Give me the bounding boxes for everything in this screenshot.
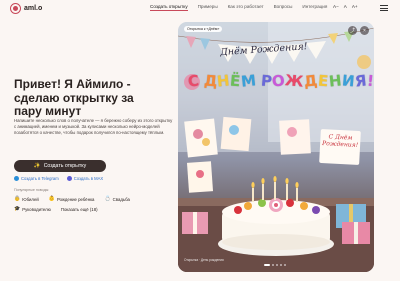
telegram-icon — [14, 176, 19, 181]
occasion-emoji: 👶 — [48, 196, 55, 202]
logo[interactable]: aml.o — [10, 3, 42, 14]
occasion-chips: 👵 Юбилей 👶 Рождение ребёнка 💍 Свадьба 🎓 … — [14, 196, 174, 212]
brand-name: aml.o — [24, 5, 43, 12]
rainbow-letter: Ж — [284, 71, 306, 91]
max-icon — [66, 176, 72, 181]
rainbow-letter: С — [187, 71, 201, 91]
rainbow-letter: М — [240, 71, 258, 91]
nav-examples[interactable]: Примеры — [198, 4, 218, 11]
card-caption: Открытка · День рождения — [184, 258, 224, 262]
font-reset-button[interactable]: A — [344, 4, 347, 9]
nav-create-card[interactable]: Создать открытку — [150, 4, 188, 11]
occasion-chip[interactable]: 👵 Юбилей — [14, 196, 39, 202]
occasion-label: Руководителю — [22, 206, 51, 212]
max-link[interactable]: Создать в MAX — [66, 176, 104, 181]
card-mini-greeting: С Днём Рождения! — [319, 128, 361, 166]
hero-description: Напишите несколько слов о получателе — я… — [14, 118, 173, 136]
create-card-button-label: Создать открытку — [43, 163, 87, 169]
menu-icon[interactable] — [380, 5, 388, 11]
card-preview[interactable]: Днём Рождения! С ДНЁМ РОЖДЕНИЯ! С Днём Р… — [178, 22, 374, 272]
occasion-chip[interactable]: 💍 Свадьба — [104, 196, 129, 202]
max-link-label: Создать в MAX — [73, 176, 104, 181]
occasion-chip[interactable]: 🎓 Руководителю — [14, 206, 51, 212]
show-more-occasions-button[interactable]: Показать ещё (18) — [61, 206, 98, 212]
occasion-chip[interactable]: 👶 Рождение ребёнка — [49, 196, 95, 202]
show-more-label: Показать ещё (18) — [60, 206, 98, 212]
rainbow-letter: ! — [366, 71, 374, 91]
font-size-controls: A− A A+ — [333, 4, 358, 9]
occasion-emoji: 👵 — [14, 196, 21, 202]
telegram-link[interactable]: Создать в Telegram — [14, 176, 59, 181]
occasion-emoji: 🎓 — [14, 206, 21, 212]
card-rainbow-text: С ДНЁМ РОЖДЕНИЯ! — [187, 71, 374, 91]
close-icon[interactable]: × — [360, 26, 369, 35]
hero-title: Привет! Я Аймило - сделаю открытку за па… — [14, 77, 134, 118]
create-card-button[interactable]: ✨ Создать открытку — [14, 160, 106, 172]
nav-questions[interactable]: Вопросы — [274, 4, 293, 11]
slide-dot[interactable] — [284, 264, 286, 266]
slide-dots — [264, 264, 286, 266]
sparkle-icon: ✨ — [33, 163, 41, 169]
font-decrease-button[interactable]: A− — [333, 4, 339, 9]
slide-dot[interactable] — [272, 264, 274, 266]
slide-dot[interactable] — [264, 264, 270, 266]
slide-dot[interactable] — [280, 264, 282, 266]
top-header: aml.o Создать открытку Примеры Как это р… — [0, 0, 400, 18]
nav-integration[interactable]: Интеграция — [302, 4, 327, 11]
card-badge: Открытка к «Днём» — [184, 26, 223, 32]
share-icon[interactable]: ⤴ — [348, 26, 357, 35]
font-increase-button[interactable]: A+ — [352, 4, 358, 9]
occasion-label: Рождение ребёнка — [56, 196, 95, 202]
telegram-link-label: Создать в Telegram — [21, 176, 59, 181]
main-nav: Создать открытку Примеры Как это работае… — [150, 4, 327, 11]
occasion-label: Свадьба — [112, 196, 130, 202]
occasion-emoji: 💍 — [104, 196, 111, 202]
messenger-links: Создать в Telegram Создать в MAX — [14, 176, 103, 181]
popular-occasions-title: Популярные поводы: — [14, 188, 50, 192]
logo-icon — [10, 3, 21, 14]
occasion-label: Юбилей — [22, 196, 39, 202]
nav-how-it-works[interactable]: Как это работает — [228, 4, 264, 11]
slide-dot[interactable] — [276, 264, 278, 266]
